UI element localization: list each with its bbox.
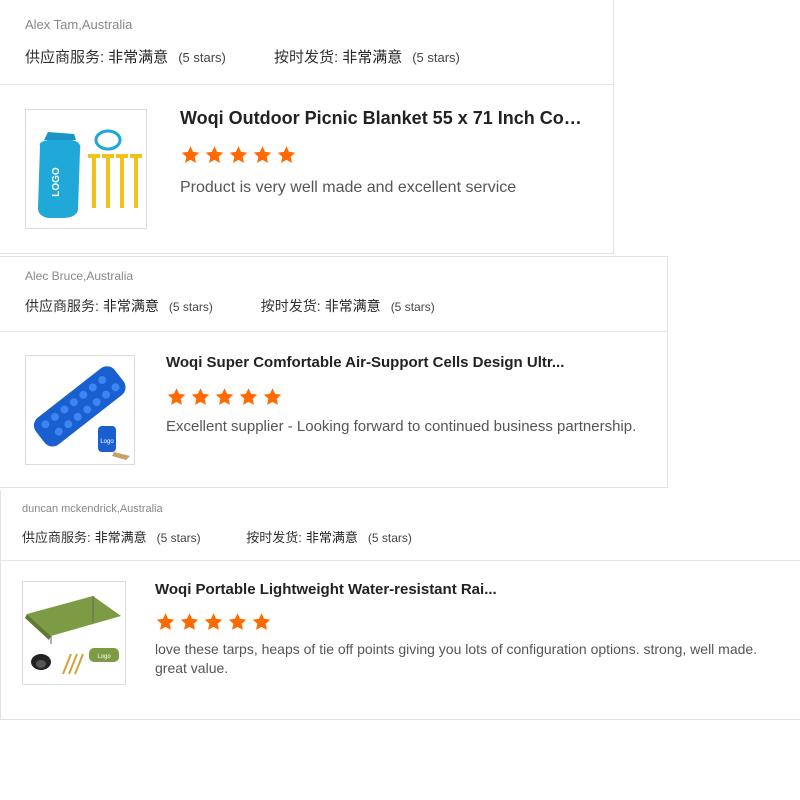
svg-text:LOGO: LOGO — [51, 167, 62, 197]
star-icon — [229, 146, 248, 163]
on-time-shipping-rating: 按时发货: 非常满意 (5 stars) — [274, 49, 460, 66]
reviewer-name: Alec Bruce,Australia — [25, 269, 134, 283]
review-header: Alec Bruce,Australia 供应商服务: 非常满意 (5 stars)… — [0, 257, 667, 332]
star-icon — [239, 388, 258, 405]
star-icon — [215, 388, 234, 405]
star-icon — [204, 613, 223, 630]
supplier-service-rating: 供应商服务: 非常满意 (5 stars) — [25, 298, 213, 314]
on-time-shipping-rating: 按时发货: 非常满意 (5 stars) — [246, 530, 412, 545]
star-icon — [205, 146, 224, 163]
product-thumbnail[interactable]: Logo — [25, 355, 135, 465]
supplier-service-rating: 供应商服务: 非常满意 (5 stars) — [22, 530, 201, 545]
picnic-blanket-image: LOGO — [38, 129, 142, 218]
review-card: duncan mckendrick,Australia 供应商服务: 非常满意 (5… — [0, 490, 800, 720]
svg-text:Logo: Logo — [100, 439, 114, 445]
tarp-image: Logo — [25, 596, 121, 675]
star-icon — [181, 146, 200, 163]
reviewer-name: Alex Tam,Australia — [25, 17, 133, 32]
star-icon — [252, 613, 271, 630]
supplier-service-rating: 供应商服务: 非常满意 (5 stars) — [25, 49, 226, 66]
star-icon — [167, 388, 186, 405]
sleeping-pad-image: Logo — [33, 366, 130, 460]
review-comment: love these tarps, heaps of tie off point… — [155, 641, 758, 676]
service-ratings: 供应商服务: 非常满意 (5 stars) 按时发货: 非常满意 (5 stars) — [22, 527, 412, 546]
review-card: Alec Bruce,Australia 供应商服务: 非常满意 (5 stars)… — [0, 256, 668, 488]
star-icon — [191, 388, 210, 405]
star-icon — [277, 146, 296, 163]
review-card: Alex Tam,Australia 供应商服务: 非常满意 (5 stars) 按… — [0, 0, 614, 254]
on-time-shipping-rating: 按时发货: 非常满意 (5 stars) — [260, 298, 435, 314]
star-icon — [180, 613, 199, 630]
product-thumbnail[interactable]: Logo — [22, 581, 126, 685]
review-header: Alex Tam,Australia 供应商服务: 非常满意 (5 stars) 按… — [0, 0, 613, 85]
star-icon — [156, 613, 175, 630]
product-title[interactable]: Woqi Portable Lightweight Water-resistan… — [155, 581, 515, 598]
star-rating — [155, 612, 272, 632]
star-rating — [180, 145, 297, 165]
review-comment: Product is very well made and excellent … — [180, 179, 517, 196]
product-title[interactable]: Woqi Outdoor Picnic Blanket 55 x 71 Inch… — [180, 108, 590, 129]
star-icon — [253, 146, 272, 163]
star-icon — [263, 388, 282, 405]
service-ratings: 供应商服务: 非常满意 (5 stars) 按时发货: 非常满意 (5 stars) — [25, 296, 435, 316]
product-thumbnail[interactable]: LOGO — [25, 109, 147, 229]
star-icon — [228, 613, 247, 630]
review-header: duncan mckendrick,Australia 供应商服务: 非常满意 (5… — [1, 490, 800, 561]
star-rating — [166, 387, 283, 407]
reviewer-name: duncan mckendrick,Australia — [22, 503, 163, 515]
product-title[interactable]: Woqi Super Comfortable Air-Support Cells… — [166, 354, 566, 371]
service-ratings: 供应商服务: 非常满意 (5 stars) 按时发货: 非常满意 (5 stars) — [25, 46, 460, 67]
review-comment: Excellent supplier - Looking forward to … — [166, 418, 637, 435]
svg-text:Logo: Logo — [97, 654, 111, 660]
